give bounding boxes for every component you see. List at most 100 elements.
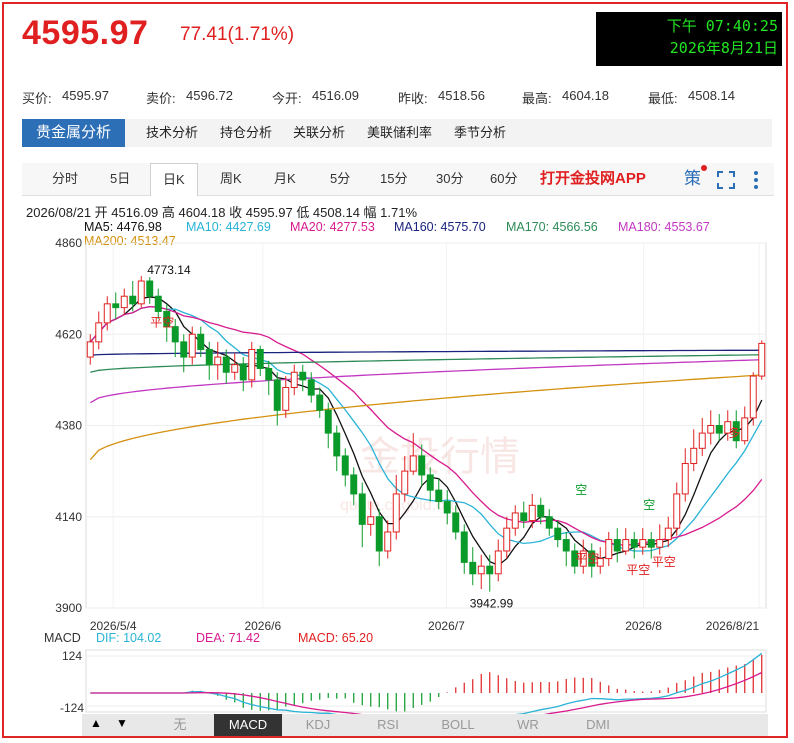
signal-label: 平空 <box>626 563 650 577</box>
min-price-label: 3942.99 <box>470 597 514 611</box>
candle-body <box>758 342 766 377</box>
candle-body <box>299 371 307 381</box>
candle-body <box>520 512 528 522</box>
macd-y-top: 124 <box>62 649 83 663</box>
candle-body <box>86 341 94 358</box>
candle-body <box>375 516 383 552</box>
tab-wr[interactable]: WR <box>494 714 562 736</box>
candle-body <box>256 348 264 369</box>
candle-body <box>95 322 103 343</box>
tab-none[interactable]: 无 <box>146 714 214 736</box>
signal-label: 平空 <box>575 551 599 565</box>
candle-body <box>333 432 341 457</box>
candle-body <box>392 493 400 533</box>
candle-body <box>120 295 128 309</box>
candle-body <box>664 527 672 541</box>
candle-body <box>367 516 375 525</box>
x-tick-label: 2026/7 <box>428 619 465 633</box>
candle-body <box>486 565 494 575</box>
y-tick-label: 4860 <box>55 236 82 250</box>
signal-label: 空 <box>575 483 587 497</box>
candle-body <box>698 432 706 449</box>
macd-label: MACD <box>44 631 81 645</box>
candle-body <box>384 531 392 552</box>
signal-label: 空 <box>643 498 655 512</box>
y-tick-label: 4140 <box>55 510 82 524</box>
candle-body <box>545 516 553 529</box>
candle-body <box>146 280 154 297</box>
candle-body <box>452 512 460 533</box>
tab-kdj[interactable]: KDJ <box>284 714 352 736</box>
candle-body <box>290 371 298 388</box>
scroll-up-button[interactable]: ▲ <box>90 716 102 730</box>
candle-body <box>690 447 698 465</box>
candle-body <box>248 348 256 381</box>
candle-body <box>231 364 239 373</box>
candles <box>86 276 766 592</box>
macd-value: MACD: 65.20 <box>298 631 374 645</box>
candle-body <box>673 493 681 529</box>
chart-grid <box>85 242 767 609</box>
tab-boll[interactable]: BOLL <box>424 714 492 736</box>
dif-value: DIF: 104.02 <box>96 631 162 645</box>
candle-body <box>112 303 120 309</box>
candle-body <box>129 295 137 305</box>
macd-border <box>85 649 767 713</box>
candle-body <box>401 470 409 495</box>
signal-label: 平空 <box>150 316 174 330</box>
candle-body <box>409 455 417 472</box>
candle-body <box>307 379 315 396</box>
tab-macd[interactable]: MACD <box>214 714 282 736</box>
max-price-label: 4773.14 <box>147 263 191 277</box>
candle-body <box>647 539 655 548</box>
candle-body <box>460 531 468 563</box>
signal-label: 平空 <box>652 555 676 569</box>
candle-body <box>358 493 366 525</box>
x-tick-label: 2026/8/21 <box>706 619 760 633</box>
candle-body <box>749 375 757 419</box>
tab-dmi[interactable]: DMI <box>564 714 632 736</box>
candle-body <box>630 539 638 548</box>
y-tick-label: 3900 <box>55 601 82 615</box>
candle-body <box>324 409 332 434</box>
candle-body <box>418 455 426 476</box>
candle-body <box>741 417 749 442</box>
candle-body <box>656 539 664 548</box>
candle-body <box>494 550 502 575</box>
candle-body <box>273 379 281 411</box>
candle-body <box>707 425 715 434</box>
candle-body <box>715 425 723 434</box>
candle-body <box>222 356 230 373</box>
candle-body <box>605 539 613 560</box>
scroll-down-button[interactable]: ▼ <box>116 716 128 730</box>
candle-body <box>316 394 324 411</box>
candle-body <box>137 280 145 305</box>
candle-body <box>443 501 451 514</box>
candle-body <box>554 527 562 541</box>
candle-body <box>528 504 536 522</box>
candle-body <box>239 364 247 381</box>
candle-body <box>350 474 358 495</box>
x-tick-label: 2026/8 <box>625 619 662 633</box>
candle-body <box>197 333 205 350</box>
candle-body <box>622 539 630 552</box>
candle-body <box>180 341 188 358</box>
macd-y-bottom: -124 <box>60 701 85 715</box>
candle-body <box>562 539 570 552</box>
candle-body <box>205 348 213 366</box>
candle-body <box>214 356 222 366</box>
candle-body <box>265 367 273 381</box>
candle-body <box>613 539 621 552</box>
candle-body <box>154 295 162 312</box>
candle-body <box>639 539 647 548</box>
candle-body <box>435 489 443 503</box>
signal-label: 多 <box>728 426 740 440</box>
candle-body <box>511 512 519 529</box>
tab-rsi[interactable]: RSI <box>354 714 422 736</box>
candle-body <box>188 333 196 358</box>
candle-body <box>477 565 485 575</box>
candle-body <box>103 303 111 324</box>
dea-value: DEA: 71.42 <box>196 631 260 645</box>
candle-body <box>341 455 349 476</box>
y-tick-label: 4620 <box>55 327 82 341</box>
